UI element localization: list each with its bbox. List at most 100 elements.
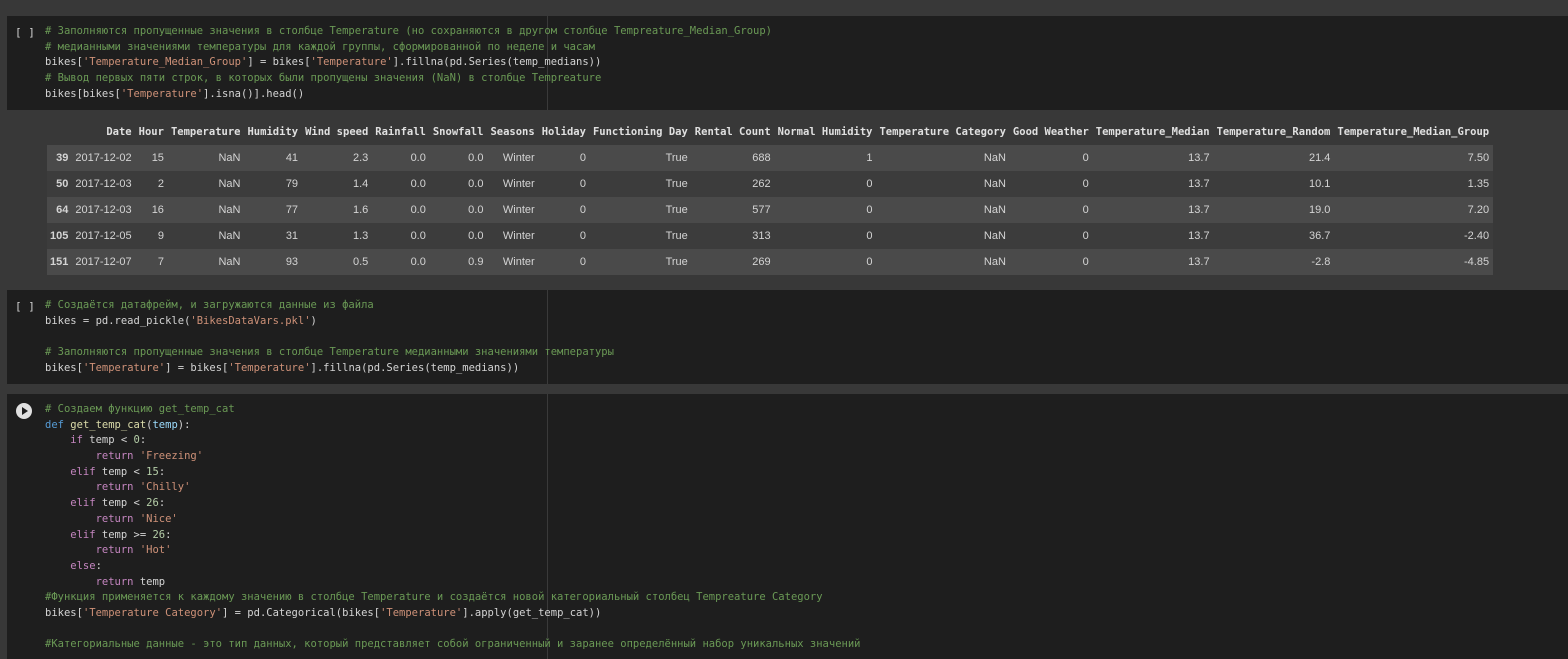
- code-line[interactable]: def get_temp_cat(temp):: [45, 418, 860, 434]
- table-cell: NaN: [218, 178, 241, 190]
- column-header: Temperature_Median: [1095, 126, 1210, 138]
- code-line[interactable]: # медианными значениями температуры для …: [45, 40, 772, 56]
- code-token: return: [45, 450, 140, 463]
- table-cell: 1.4: [352, 178, 369, 190]
- code-line[interactable]: # Создаем функцию get_temp_cat: [45, 402, 860, 418]
- table-cell: NaN: [218, 230, 241, 242]
- table-cell: 0: [1082, 204, 1089, 216]
- table-cell: 0.0: [468, 230, 484, 242]
- table-cell: 0.0: [410, 152, 426, 164]
- table-cell: 0: [579, 152, 586, 164]
- table-cell: 0.0: [410, 256, 426, 268]
- code-token: 'Temperature': [228, 361, 311, 374]
- column-header: Functioning Day: [592, 126, 688, 138]
- code-line[interactable]: bikes['Temperature'] = bikes['Temperatur…: [45, 361, 614, 377]
- code-line[interactable]: else:: [45, 559, 860, 575]
- table-cell: 36.7: [1308, 230, 1331, 242]
- column-header: Snowfall: [432, 126, 484, 138]
- cell-output: Date Hour Temperature Humidity Wind speed Rai…: [7, 111, 1568, 281]
- code-line[interactable]: bikes['Temperature_Median_Group'] = bike…: [45, 55, 772, 71]
- code-line[interactable]: #Категориальные данные - это тип данных,…: [45, 637, 860, 653]
- code-line[interactable]: #Функция применяется к каждому значению …: [45, 590, 860, 606]
- code-line[interactable]: elif temp < 15:: [45, 465, 860, 481]
- code-line[interactable]: return 'Nice': [45, 512, 860, 528]
- table-cell: 0: [1082, 178, 1089, 190]
- code-line[interactable]: return 'Freezing': [45, 449, 860, 465]
- row-index: 105: [50, 230, 69, 242]
- table-cell: 0: [579, 256, 586, 268]
- table-cell: 1.35: [1467, 178, 1490, 190]
- code-token: :: [165, 528, 172, 541]
- code-line[interactable]: bikes = pd.read_pickle('BikesDataVars.pk…: [45, 314, 614, 330]
- code-editor[interactable]: # Создаем функцию get_temp_cat def get_te…: [45, 402, 860, 653]
- code-line[interactable]: return 'Hot': [45, 543, 860, 559]
- table-cell: 1: [866, 152, 873, 164]
- code-line[interactable]: elif temp >= 26:: [45, 528, 860, 544]
- table-cell: 93: [285, 256, 299, 268]
- table-cell: 31: [285, 230, 299, 242]
- row-index: 39: [56, 152, 69, 164]
- code-token: 'Hot': [139, 544, 172, 557]
- table-cell: Winter: [502, 178, 535, 190]
- column-header: Humidity: [247, 126, 299, 138]
- cell-execution-count[interactable]: [ ]: [15, 300, 35, 313]
- table-cell: 21.4: [1308, 152, 1331, 164]
- cell-execution-count[interactable]: [ ]: [15, 26, 35, 39]
- code-token: return: [45, 481, 140, 494]
- code-cell-1[interactable]: [ ] # Заполняются пропущенные значения в…: [7, 16, 1568, 110]
- table-cell: 13.7: [1188, 230, 1210, 242]
- column-header: Wind speed: [305, 126, 369, 138]
- code-line[interactable]: [45, 329, 614, 345]
- code-token: :: [139, 434, 147, 447]
- table-cell: Winter: [502, 152, 535, 164]
- code-editor[interactable]: # Создаётся датафрейм, и загружаются дан…: [45, 298, 614, 376]
- column-header: Good Weather: [1012, 126, 1089, 138]
- code-line[interactable]: bikes[bikes['Temperature'].isna()].head(…: [45, 87, 772, 103]
- code-line[interactable]: return 'Chilly': [45, 480, 860, 496]
- table-header-row: Date Hour Temperature Humidity Wind speed Rai…: [47, 119, 1493, 145]
- table-row: 39 2017-12-02 15 NaN 41 2.3 0.0 0.0 Winter 0 True 6…: [47, 145, 1493, 171]
- code-line[interactable]: elif temp < 26:: [45, 496, 860, 512]
- code-line[interactable]: [45, 622, 860, 638]
- table-row: 50 2017-12-03 2 NaN 79 1.4 0.0 0.0 Winter 0 True 26…: [47, 171, 1493, 197]
- code-token: 'Temperature': [120, 87, 204, 100]
- code-line[interactable]: # Заполняются пропущенные значения в сто…: [45, 345, 614, 361]
- table-cell: 13.7: [1188, 152, 1210, 164]
- code-line[interactable]: return temp: [45, 575, 860, 591]
- code-editor[interactable]: # Заполняются пропущенные значения в сто…: [45, 24, 772, 102]
- code-token: temp: [139, 575, 166, 588]
- code-cell-2[interactable]: [ ] # Создаётся датафрейм, и загружаются…: [7, 290, 1568, 384]
- table-cell: NaN: [983, 152, 1006, 164]
- code-token: bikes[: [45, 361, 83, 374]
- code-line[interactable]: if temp < 0:: [45, 433, 860, 449]
- column-header: Rainfall: [375, 126, 426, 138]
- code-line[interactable]: # Заполняются пропущенные значения в сто…: [45, 24, 772, 40]
- table-cell: 1.6: [352, 204, 369, 216]
- column-header: Holiday: [541, 126, 586, 138]
- row-index: 50: [56, 178, 69, 190]
- code-token: 26: [146, 497, 159, 510]
- column-header: Date: [106, 126, 132, 138]
- table-cell: 0.5: [352, 256, 369, 268]
- table-cell: True: [665, 230, 688, 242]
- table-cell: NaN: [218, 152, 241, 164]
- table-cell: -2.40: [1464, 230, 1490, 242]
- code-line[interactable]: # Вывод первых пяти строк, в которых был…: [45, 71, 772, 87]
- code-token: ].fillna(pd.Series(temp_medians)): [392, 56, 602, 69]
- code-cell-3[interactable]: # Создаем функцию get_temp_cat def get_te…: [7, 394, 1568, 659]
- code-token: 'Temperature Category': [82, 606, 223, 619]
- column-header: Temperature_Random: [1216, 126, 1331, 138]
- code-token: temp <: [101, 497, 147, 510]
- run-cell-button[interactable]: [16, 403, 32, 419]
- table-cell: 577: [752, 204, 771, 216]
- code-line[interactable]: # Создаётся датафрейм, и загружаются дан…: [45, 298, 614, 314]
- table-cell: 13.7: [1188, 256, 1210, 268]
- code-line[interactable]: bikes['Temperature Category'] = pd.Categ…: [45, 606, 860, 622]
- table-body: 39 2017-12-02 15 NaN 41 2.3 0.0 0.0 Winter 0 True 6…: [47, 145, 1493, 275]
- table-cell: 7.20: [1467, 204, 1490, 216]
- table-cell: 688: [752, 152, 771, 164]
- code-token: elif: [45, 465, 102, 478]
- code-token: ):: [177, 418, 191, 431]
- table-cell: -2.8: [1311, 256, 1331, 268]
- table-row: 64 2017-12-03 16 NaN 77 1.6 0.0 0.0 Winter 0 True 5…: [47, 197, 1493, 223]
